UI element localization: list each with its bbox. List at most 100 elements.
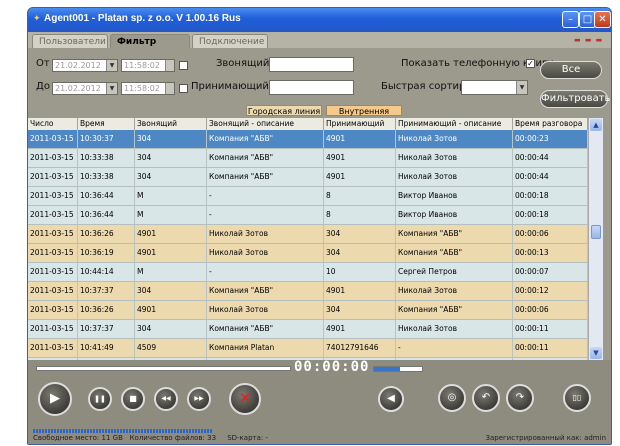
previous-button[interactable]: ↶ bbox=[472, 384, 500, 412]
tab-filter[interactable]: Фильтр bbox=[110, 34, 190, 48]
caller-input[interactable] bbox=[269, 57, 354, 72]
column-header[interactable]: Время bbox=[78, 118, 135, 130]
volume-level bbox=[374, 367, 401, 371]
play-button[interactable]: ▶ bbox=[38, 382, 72, 416]
filter-button[interactable]: Фильтровать bbox=[540, 90, 610, 108]
table-row[interactable]: 2011-03-15 10:36:26 4901 Николай Зотов 304 Ко… bbox=[28, 225, 588, 244]
column-header[interactable]: Число bbox=[28, 118, 78, 130]
column-header[interactable]: Принимающий bbox=[324, 118, 396, 130]
spinner-icon[interactable] bbox=[165, 60, 174, 71]
table-row[interactable]: 2011-03-15 10:33:38 304 Компания "АБВ" 4901 Н… bbox=[28, 168, 588, 187]
from-date-field[interactable]: 21.02.2012 ▼ bbox=[52, 59, 118, 72]
date-cell: 2011-03-15 bbox=[28, 339, 78, 357]
table-row[interactable]: 2011-03-1510:37:37304Компания "АБВ"4901Н… bbox=[28, 320, 588, 339]
stop-button[interactable]: ■ bbox=[121, 387, 145, 411]
duration-cell: 00:00:11 bbox=[513, 320, 588, 338]
date-cell: 2011-03-15 bbox=[28, 130, 78, 148]
receiver-cell: 4901 bbox=[324, 282, 396, 300]
from-checkbox[interactable] bbox=[179, 61, 188, 70]
time-cell: 10:37:37 bbox=[78, 320, 135, 338]
previous-icon: ↶ bbox=[481, 392, 491, 403]
receiver-description-cell: - bbox=[396, 339, 513, 357]
app-window: ✦ Agent001 - Platan sp. z o.o. V 1.00.16… bbox=[27, 7, 612, 445]
next-button[interactable]: ↷ bbox=[506, 384, 534, 412]
receiver-cell: 304 bbox=[324, 301, 396, 319]
caller-description-cell: Компания "АБВ" bbox=[207, 168, 324, 186]
scroll-down-icon[interactable]: ▼ bbox=[590, 347, 602, 359]
to-time-field[interactable]: 11:58:02 bbox=[121, 82, 175, 95]
tab-users[interactable]: Пользователи bbox=[32, 34, 108, 48]
time-cell: 10:30:37 bbox=[78, 130, 135, 148]
search-button[interactable]: ◎ bbox=[438, 384, 466, 412]
table-row[interactable]: 2011-03-15 10:44:14 M -10 Сергей Петров 00:00… bbox=[28, 263, 588, 282]
agent-app-icon: ✦ bbox=[33, 14, 41, 24]
receiver-description-cell: Николай Зотов bbox=[396, 149, 513, 167]
duration-cell: 00:00:44 bbox=[513, 168, 588, 186]
receiver-description-cell: Виктор Иванов bbox=[396, 187, 513, 205]
language-flags-icon[interactable]: ▬ ▬ ▬ bbox=[574, 36, 603, 44]
minimize-button[interactable]: – bbox=[562, 11, 579, 28]
date-cell: 2011-03-15 bbox=[28, 282, 78, 300]
date-cell: 2011-03-15 bbox=[28, 320, 78, 338]
table-row[interactable]: 2011-03-15 10:36:44 M -8 Виктор Иванов 00:00:… bbox=[28, 206, 588, 225]
table-row[interactable]: 2011-03-15 10:36:26 4901 Николай Зотов 304 Ко… bbox=[28, 301, 588, 320]
rewind-button[interactable]: ◀◀ bbox=[154, 387, 178, 411]
column-header[interactable]: Звонящий - описание bbox=[207, 118, 324, 130]
table-row[interactable]: 2011-03-1510:37:37304Компания "АБВ"4901Н… bbox=[28, 282, 588, 301]
phonebook-checkbox[interactable]: ✓ bbox=[526, 59, 535, 68]
duration-cell: 00:00:11 bbox=[513, 339, 588, 357]
forward-button[interactable]: ▶▶ bbox=[187, 387, 211, 411]
close-button[interactable]: ✕ bbox=[594, 11, 611, 28]
caller-description-cell: Компания "АБВ" bbox=[207, 320, 324, 338]
caller-cell: M bbox=[135, 187, 207, 205]
receiver-description-cell: Компания "АБВ" bbox=[396, 244, 513, 262]
file-count-text: Количество файлов: 33 bbox=[129, 434, 217, 442]
from-time-field[interactable]: 11:58:02 bbox=[121, 59, 175, 72]
table-row[interactable]: 2011-03-15 10:33:38 304 Компания "АБВ" 4901 Н… bbox=[28, 149, 588, 168]
all-button[interactable]: Все bbox=[540, 61, 602, 79]
caller-label: Звонящий bbox=[216, 58, 270, 69]
spinner-icon[interactable] bbox=[165, 83, 174, 94]
mute-button[interactable]: ◀ bbox=[378, 386, 404, 412]
volume-slider[interactable] bbox=[373, 366, 423, 372]
receiver-cell: 74012791646 bbox=[324, 339, 396, 357]
tab-connection[interactable]: Подключение bbox=[192, 34, 268, 48]
tab-bar: Пользователи Фильтр Подключение ▬ ▬ ▬ bbox=[28, 32, 611, 48]
column-header[interactable]: Время разговора bbox=[513, 118, 588, 130]
receiver-description-cell: Компания "АБВ" bbox=[396, 225, 513, 243]
caller-description-cell: Николай Зотов bbox=[207, 225, 324, 243]
exit-button[interactable]: ▯▯ bbox=[563, 384, 591, 412]
receiver-description-cell: Виктор Иванов bbox=[396, 206, 513, 224]
exit-icon: ▯▯ bbox=[572, 393, 582, 402]
table-row[interactable]: 2011-03-15 10:30:37 304 Компания "АБВ" 4901 Н… bbox=[28, 130, 588, 149]
date-cell: 2011-03-15 bbox=[28, 244, 78, 262]
caller-cell: M bbox=[135, 263, 207, 281]
time-cell: 10:36:19 bbox=[78, 244, 135, 262]
chevron-down-icon[interactable]: ▼ bbox=[106, 60, 117, 71]
duration-cell: 00:00:12 bbox=[513, 282, 588, 300]
title-bar[interactable]: ✦ Agent001 - Platan sp. z o.o. V 1.00.16… bbox=[28, 8, 611, 32]
receiver-cell: 10 bbox=[324, 263, 396, 281]
chevron-down-icon[interactable]: ▼ bbox=[516, 81, 527, 94]
table-row[interactable]: 2011-03-15 10:36:44 M -8 Виктор Иванов 00:00:… bbox=[28, 187, 588, 206]
playback-progress[interactable] bbox=[36, 366, 291, 371]
table-row[interactable]: 2011-03-15 10:41:49 4509 Компания Platan 740… bbox=[28, 339, 588, 358]
caller-description-cell: Компания "АБВ" bbox=[207, 282, 324, 300]
scroll-thumb[interactable] bbox=[591, 225, 601, 239]
chevron-down-icon[interactable]: ▼ bbox=[106, 83, 117, 94]
delete-button[interactable]: ✕ bbox=[229, 383, 261, 415]
caller-cell: M bbox=[135, 206, 207, 224]
scroll-up-icon[interactable]: ▲ bbox=[590, 119, 602, 131]
receiver-input[interactable] bbox=[269, 80, 354, 95]
table-scrollbar[interactable]: ▲ ▼ bbox=[588, 118, 603, 360]
pause-button[interactable]: ❚❚ bbox=[88, 387, 112, 411]
column-header[interactable]: Звонящий bbox=[135, 118, 207, 130]
receiver-description-cell: Сергей Петров bbox=[396, 263, 513, 281]
receiver-description-cell: Николай Зотов bbox=[396, 282, 513, 300]
table-row[interactable]: 2011-03-15 10:36:19 4901 Николай Зотов 304 Ко… bbox=[28, 244, 588, 263]
to-checkbox[interactable] bbox=[179, 84, 188, 93]
column-header[interactable]: Принимающий - описание bbox=[396, 118, 513, 130]
to-date-field[interactable]: 21.02.2012 ▼ bbox=[52, 82, 118, 95]
quick-sort-select[interactable]: ▼ bbox=[461, 80, 528, 95]
calls-table: Число Время Звонящий Звонящий - описание… bbox=[28, 118, 588, 360]
